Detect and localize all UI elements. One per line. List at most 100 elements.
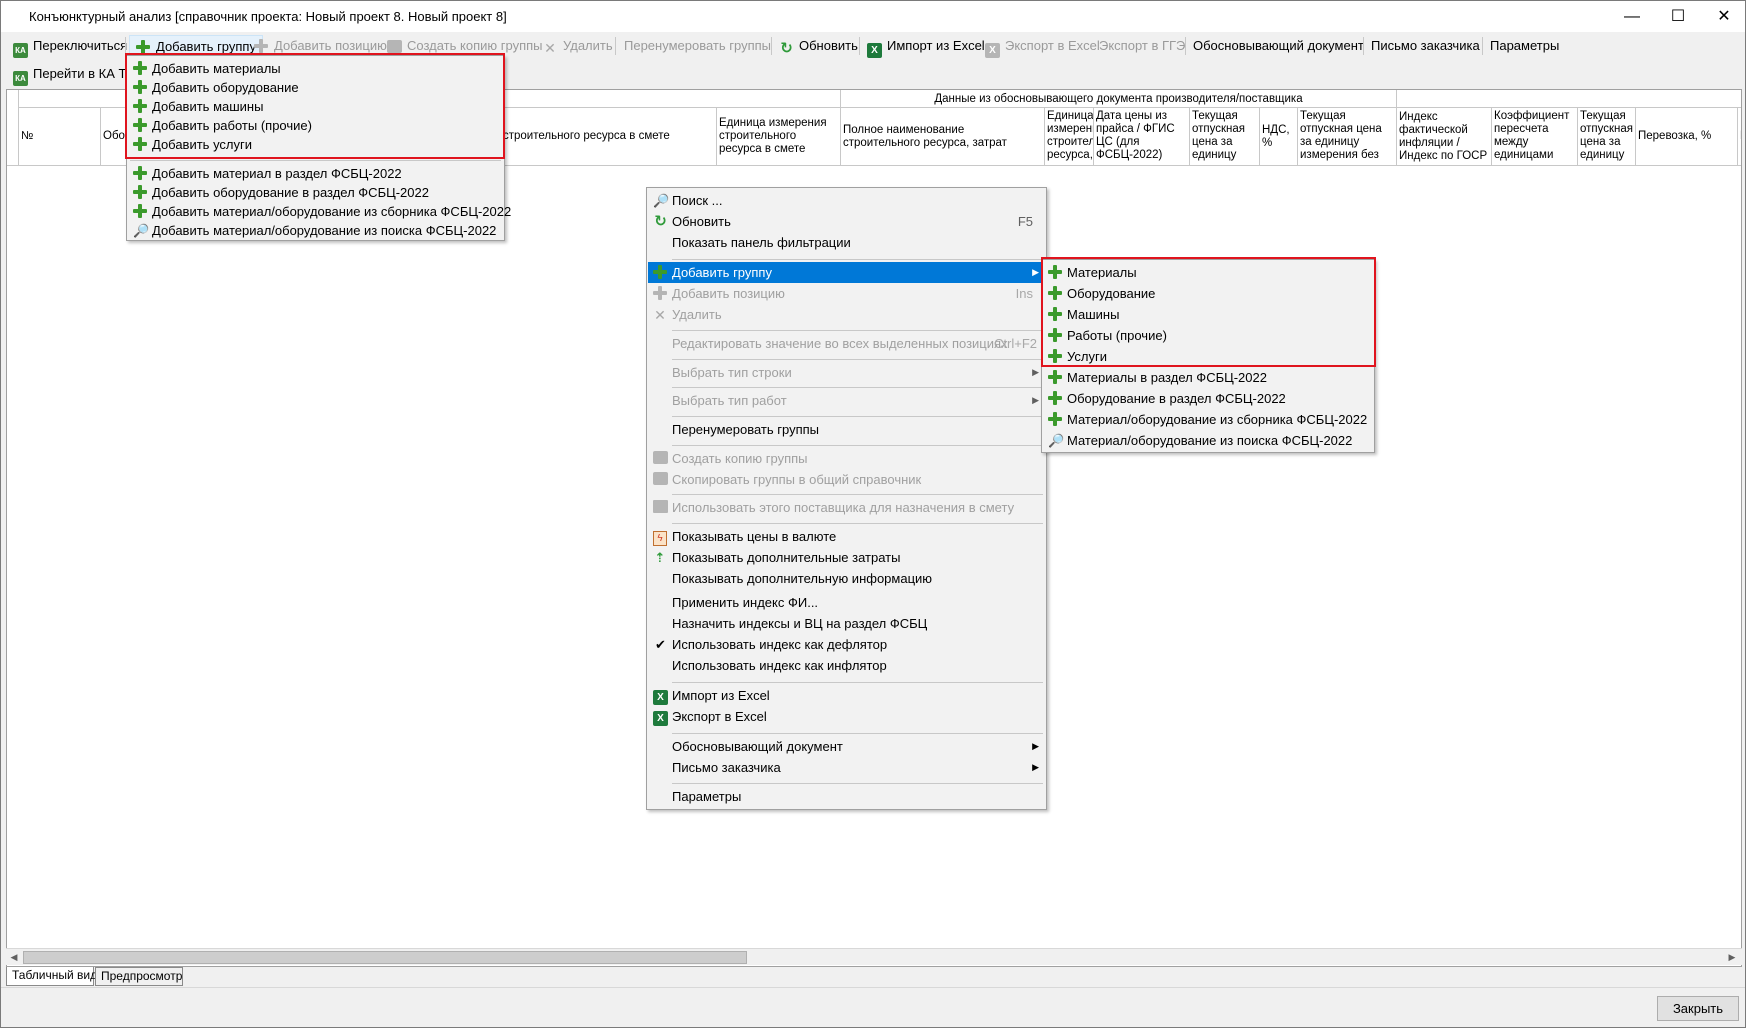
- submenu-item-materials-fsbc[interactable]: Материалы в раздел ФСБЦ-2022: [1043, 367, 1373, 388]
- submenu-item-from-collection[interactable]: Материал/оборудование из сборника ФСБЦ-2…: [1043, 409, 1373, 430]
- maximize-button[interactable]: ☐: [1655, 1, 1701, 32]
- switch-button[interactable]: КА Переключиться: [7, 35, 133, 58]
- close-button[interactable]: Закрыть: [1657, 996, 1739, 1021]
- justifying-doc-button[interactable]: Обосновывающий документ: [1187, 35, 1370, 57]
- submenu-item-equipment[interactable]: Оборудование: [1043, 283, 1373, 304]
- context-item-justifying-doc[interactable]: Обосновывающий документ ▶: [648, 736, 1045, 757]
- submenu-item-machines[interactable]: Машины: [1043, 304, 1373, 325]
- column-header-vat[interactable]: НДС, %: [1260, 108, 1298, 166]
- context-item-refresh[interactable]: ↻ Обновить F5: [648, 211, 1045, 232]
- column-price-date-label: Дата цены из прайса / ФГИС ЦС (для ФСБЦ-…: [1096, 110, 1175, 161]
- column-header-full-name[interactable]: Полное наименование строительного ресурс…: [841, 108, 1045, 166]
- parameters-button[interactable]: Параметры: [1484, 35, 1565, 57]
- refresh-label: Обновить: [799, 38, 858, 53]
- context-item-show-extra-costs[interactable]: ⇡ Показывать дополнительные затраты: [648, 547, 1045, 568]
- context-item-delete[interactable]: ✕ Удалить: [648, 304, 1045, 325]
- column-header-index[interactable]: Индекс фактической инфляции / Индекс по …: [1397, 108, 1492, 166]
- context-item-search[interactable]: 🔎 Поиск ...: [648, 190, 1045, 211]
- context-item-copy-group[interactable]: Создать копию группы: [648, 448, 1045, 469]
- submenu-item-from-search[interactable]: 🔎 Материал/оборудование из поиска ФСБЦ-2…: [1043, 430, 1373, 451]
- context-item-export-excel[interactable]: X Экспорт в Excel: [648, 706, 1045, 727]
- submenu-item-works[interactable]: Работы (прочие): [1043, 325, 1373, 346]
- context-item-work-type[interactable]: Выбрать тип работ ▶: [648, 390, 1045, 411]
- context-item-label: Параметры: [672, 789, 742, 804]
- context-item-use-deflator[interactable]: ✔ Использовать индекс как дефлятор: [648, 634, 1045, 655]
- context-item-copy-to-common[interactable]: Скопировать группы в общий справочник: [648, 469, 1045, 490]
- context-item-assign-indexes[interactable]: Назначить индексы и ВЦ на раздел ФСБЦ: [648, 613, 1045, 634]
- dropdown-item-add-materials[interactable]: Добавить материалы: [128, 58, 503, 79]
- dropdown-item-add-works[interactable]: Добавить работы (прочие): [128, 115, 503, 136]
- export-excel-button[interactable]: X Экспорт в Excel: [979, 35, 1106, 58]
- context-item-customer-letter[interactable]: Письмо заказчика ▶: [648, 757, 1045, 778]
- column-header-current-price2[interactable]: Текущая отпускная цена за единицу: [1578, 108, 1636, 166]
- submenu-arrow-icon: ▶: [1032, 395, 1039, 405]
- context-item-label: Добавить позицию: [672, 286, 785, 301]
- renumber-button[interactable]: Перенумеровать группы: [618, 35, 777, 57]
- submenu-item-materials[interactable]: Материалы: [1043, 262, 1373, 283]
- column-header-price-date[interactable]: Дата цены из прайса / ФГИС ЦС (для ФСБЦ-…: [1094, 108, 1190, 166]
- context-item-add-position[interactable]: Добавить позицию Ins: [648, 283, 1045, 304]
- plus-icon: [1048, 412, 1064, 428]
- context-item-apply-index[interactable]: Применить индекс ФИ...: [648, 592, 1045, 613]
- scrollbar-thumb[interactable]: [23, 951, 747, 964]
- customer-letter-button[interactable]: Письмо заказчика: [1365, 35, 1486, 57]
- grid-group-header-label: Данные из обосновывающего документа прои…: [934, 93, 1303, 105]
- column-header-num[interactable]: №: [19, 108, 101, 166]
- dropdown-item-add-from-search[interactable]: 🔎 Добавить материал/оборудование из поис…: [128, 220, 503, 241]
- context-item-show-filter[interactable]: Показать панель фильтрации: [648, 232, 1045, 253]
- scroll-right-icon[interactable]: ▶: [1724, 950, 1740, 965]
- menu-separator: [672, 387, 1043, 388]
- tab-table-view[interactable]: Табличный вид: [6, 967, 97, 986]
- context-item-label: Показывать дополнительную информацию: [672, 571, 933, 586]
- column-header-current-price[interactable]: Текущая отпускная цена за единицу: [1190, 108, 1260, 166]
- dropdown-item-add-equipment-fsbc[interactable]: Добавить оборудование в раздел ФСБЦ-2022: [128, 182, 503, 203]
- submenu-item-equipment-fsbc[interactable]: Оборудование в раздел ФСБЦ-2022: [1043, 388, 1373, 409]
- extra-costs-icon: ⇡: [654, 550, 666, 565]
- column-header-unit[interactable]: Единица измерения строител ресурса,: [1045, 108, 1094, 166]
- column-header-last[interactable]: П: [1738, 108, 1741, 166]
- goto-ka-ts-button[interactable]: КА Перейти в КА ТС: [7, 63, 142, 86]
- column-header-unit-in-estimate[interactable]: Единица измерения строительного ресурса …: [717, 108, 841, 166]
- dropdown-item-add-equipment[interactable]: Добавить оборудование: [128, 77, 503, 98]
- context-item-import-excel[interactable]: X Импорт из Excel: [648, 685, 1045, 706]
- export-gge-button[interactable]: Экспорт в ГГЭ: [1093, 35, 1191, 57]
- context-item-label: Удалить: [672, 307, 722, 322]
- copy-group-button[interactable]: Создать копию группы: [381, 35, 549, 57]
- refresh-button[interactable]: ↻ Обновить: [773, 35, 864, 57]
- context-item-label: Обновить: [672, 214, 731, 229]
- horizontal-scrollbar[interactable]: ◀ ▶: [6, 948, 1742, 965]
- add-position-button[interactable]: Добавить позицию: [248, 35, 393, 57]
- column-header-current-price-unit[interactable]: Текущая отпускная цена за единицу измере…: [1298, 108, 1397, 166]
- column-header-transport[interactable]: Перевозка, %: [1636, 108, 1738, 166]
- add-group-button[interactable]: Добавить группу: [129, 35, 263, 57]
- submenu-item-services[interactable]: Услуги: [1043, 346, 1373, 367]
- context-item-renumber[interactable]: Перенумеровать группы: [648, 419, 1045, 440]
- context-item-parameters[interactable]: Параметры: [648, 786, 1045, 807]
- submenu-item-label: Материал/оборудование из сборника ФСБЦ-2…: [1067, 412, 1368, 427]
- plus-icon: [136, 39, 152, 55]
- context-item-show-extra-info[interactable]: Показывать дополнительную информацию: [648, 568, 1045, 589]
- dropdown-item-add-from-collection[interactable]: Добавить материал/оборудование из сборни…: [128, 201, 511, 222]
- column-header-resource-name[interactable]: строительного ресурса в смете: [501, 108, 717, 166]
- column-header-coef[interactable]: Коэффициент пересчета между единицами: [1492, 108, 1578, 166]
- context-item-edit-all[interactable]: Редактировать значение во всех выделенны…: [648, 333, 1045, 354]
- dropdown-item-add-material-fsbc[interactable]: Добавить материал в раздел ФСБЦ-2022: [128, 163, 503, 184]
- toolbar-separator: [1482, 37, 1483, 55]
- delete-button[interactable]: ✕ Удалить: [537, 35, 619, 57]
- context-item-show-currency[interactable]: ϟ Показывать цены в валюте: [648, 526, 1045, 547]
- context-item-row-type[interactable]: Выбрать тип строки ▶: [648, 362, 1045, 383]
- dropdown-item-add-machines[interactable]: Добавить машины: [128, 96, 503, 117]
- close-window-button[interactable]: ✕: [1701, 1, 1746, 32]
- plus-icon: [1048, 307, 1064, 323]
- import-excel-button[interactable]: X Импорт из Excel: [861, 35, 991, 58]
- dropdown-item-add-services[interactable]: Добавить услуги: [128, 134, 503, 155]
- context-item-label: Создать копию группы: [672, 451, 808, 466]
- context-item-use-inflator[interactable]: Использовать индекс как инфлятор: [648, 655, 1045, 676]
- context-item-add-group[interactable]: Добавить группу ▶: [648, 262, 1045, 283]
- menu-separator: [672, 330, 1043, 331]
- tab-preview[interactable]: Предпросмотр: [95, 967, 183, 986]
- minimize-button[interactable]: —: [1609, 1, 1655, 32]
- scroll-left-icon[interactable]: ◀: [6, 950, 22, 965]
- export-gge-label: Экспорт в ГГЭ: [1099, 38, 1186, 53]
- context-item-use-supplier[interactable]: Использовать этого поставщика для назнач…: [648, 497, 1045, 518]
